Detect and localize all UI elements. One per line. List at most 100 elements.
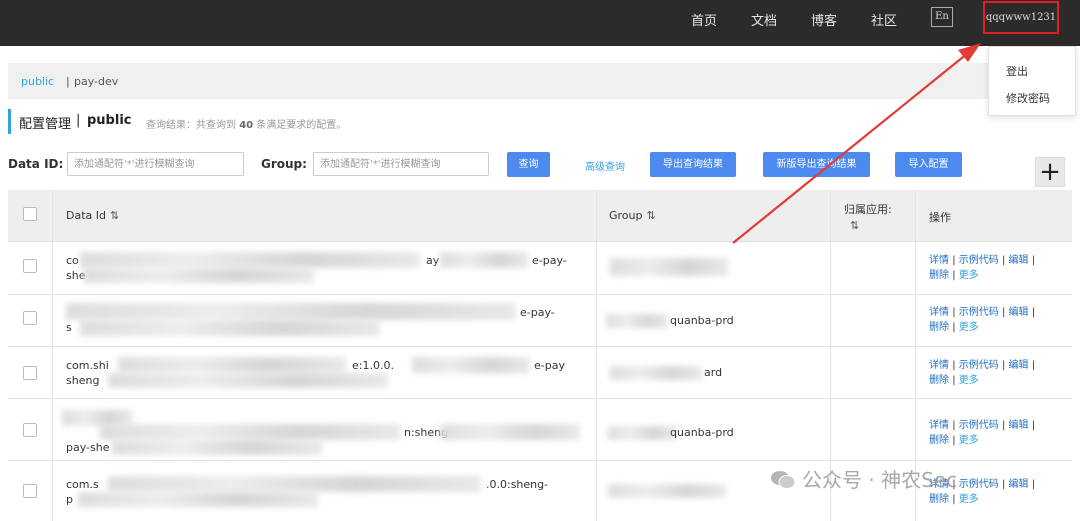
ops-separator: | <box>952 360 956 371</box>
result-count: 40 <box>239 120 254 131</box>
advanced-query-link[interactable]: 高级查询 <box>585 158 625 173</box>
redacted-blur <box>412 357 530 373</box>
sample-code-link[interactable]: 示例代码 <box>959 307 999 318</box>
change-password-menu-item[interactable]: 修改密码 <box>1006 90 1050 106</box>
data-id-fragment: sheng <box>66 374 100 387</box>
row-checkbox[interactable] <box>23 366 37 380</box>
result-prefix: 查询结果：共查询到 <box>146 120 236 131</box>
namespace-public-link[interactable]: public <box>21 75 54 88</box>
group-label: Group: <box>261 157 307 171</box>
table-header <box>8 190 1072 242</box>
data-id-fragment: she <box>66 269 86 282</box>
sample-code-link[interactable]: 示例代码 <box>959 255 999 266</box>
ops-separator: | <box>1031 360 1036 371</box>
redacted-blur <box>108 476 480 492</box>
redacted-blur <box>66 303 516 320</box>
export-results-button[interactable]: 导出查询结果 <box>650 152 736 177</box>
ops-separator: | <box>1031 420 1036 431</box>
edit-link[interactable]: 编辑 <box>1009 307 1029 318</box>
select-all-checkbox[interactable] <box>23 207 37 221</box>
redacted-blur <box>608 484 726 498</box>
sort-icon[interactable]: ⇅ <box>850 219 859 232</box>
namespace-pay-dev-link[interactable]: pay-dev <box>74 75 118 88</box>
ops-separator: | <box>952 435 956 446</box>
row-divider <box>8 346 1072 347</box>
redacted-blur <box>440 424 580 440</box>
more-link[interactable]: 更多 <box>959 494 979 505</box>
more-link[interactable]: 更多 <box>959 375 979 386</box>
detail-link[interactable]: 详情 <box>929 307 949 318</box>
ops-separator: | <box>1001 307 1006 318</box>
namespace-bar: public | pay-dev <box>8 63 1072 99</box>
ops-separator: | <box>1001 420 1006 431</box>
user-menu-button[interactable]: qqqwww1231 <box>983 1 1059 34</box>
row-operations: 详情 | 示例代码 | 编辑 | 删除 | 更多 <box>929 305 1035 335</box>
data-id-label: Data ID: <box>8 157 64 171</box>
nav-community[interactable]: 社区 <box>871 10 897 29</box>
data-id-search-input[interactable] <box>67 152 244 176</box>
row-checkbox[interactable] <box>23 423 37 437</box>
group-fragment: quanba-prd <box>670 426 734 439</box>
ops-separator: | <box>952 255 956 266</box>
more-link[interactable]: 更多 <box>959 435 979 446</box>
language-toggle-button[interactable]: En <box>931 7 953 27</box>
row-divider <box>8 398 1072 399</box>
row-operations: 详情 | 示例代码 | 编辑 | 删除 | 更多 <box>929 253 1035 283</box>
ops-separator: | <box>952 322 956 333</box>
query-button[interactable]: 查询 <box>507 152 550 177</box>
edit-link[interactable]: 编辑 <box>1009 479 1029 490</box>
redacted-blur <box>610 366 702 380</box>
detail-link[interactable]: 详情 <box>929 420 949 431</box>
delete-link[interactable]: 删除 <box>929 322 949 333</box>
sort-icon[interactable]: ⇅ <box>110 209 119 222</box>
sample-code-link[interactable]: 示例代码 <box>959 479 999 490</box>
more-link[interactable]: 更多 <box>959 270 979 281</box>
edit-link[interactable]: 编辑 <box>1009 360 1029 371</box>
detail-link[interactable]: 详情 <box>929 255 949 266</box>
wechat-icon <box>771 471 796 489</box>
column-header-operations: 操作 <box>929 211 951 224</box>
column-header-data-id[interactable]: Data Id ⇅ <box>66 209 119 222</box>
row-divider <box>8 294 1072 295</box>
delete-link[interactable]: 删除 <box>929 270 949 281</box>
row-checkbox[interactable] <box>23 311 37 325</box>
sample-code-link[interactable]: 示例代码 <box>959 360 999 371</box>
ops-separator: | <box>952 270 956 281</box>
delete-link[interactable]: 删除 <box>929 494 949 505</box>
column-header-group[interactable]: Group ⇅ <box>609 209 656 222</box>
redacted-blur <box>108 373 388 388</box>
more-link[interactable]: 更多 <box>959 322 979 333</box>
nav-home[interactable]: 首页 <box>691 10 717 29</box>
ops-separator: | <box>1001 360 1006 371</box>
redacted-blur <box>84 268 314 283</box>
new-export-results-button[interactable]: 新版导出查询结果 <box>763 152 870 177</box>
ops-separator: | <box>1001 255 1006 266</box>
edit-link[interactable]: 编辑 <box>1009 255 1029 266</box>
data-id-fragment: e:1.0.0. <box>352 359 394 372</box>
add-config-button[interactable]: + <box>1035 157 1065 187</box>
sort-icon[interactable]: ⇅ <box>647 209 656 222</box>
user-dropdown-menu: 登出 修改密码 <box>988 46 1076 116</box>
logout-menu-item[interactable]: 登出 <box>1006 63 1028 79</box>
column-header-app[interactable]: 归属应用: ⇅ <box>844 202 892 234</box>
detail-link[interactable]: 详情 <box>929 360 949 371</box>
page-title: 配置管理 <box>19 117 72 132</box>
sample-code-link[interactable]: 示例代码 <box>959 420 999 431</box>
page-title-namespace: public <box>87 113 132 128</box>
column-header-label: Data Id <box>66 209 106 222</box>
nav-blog[interactable]: 博客 <box>811 10 837 29</box>
redacted-blur <box>610 258 728 276</box>
ops-separator: | <box>952 375 956 386</box>
redacted-blur <box>80 320 380 336</box>
edit-link[interactable]: 编辑 <box>1009 420 1029 431</box>
row-checkbox[interactable] <box>23 484 37 498</box>
page-title-separator: | <box>76 113 81 128</box>
ops-separator: | <box>1031 255 1036 266</box>
nav-docs[interactable]: 文档 <box>751 10 777 29</box>
group-search-input[interactable] <box>313 152 489 176</box>
delete-link[interactable]: 删除 <box>929 375 949 386</box>
row-checkbox[interactable] <box>23 259 37 273</box>
delete-link[interactable]: 删除 <box>929 435 949 446</box>
import-config-button[interactable]: 导入配置 <box>895 152 962 177</box>
data-id-fragment: com.shi <box>66 359 109 372</box>
